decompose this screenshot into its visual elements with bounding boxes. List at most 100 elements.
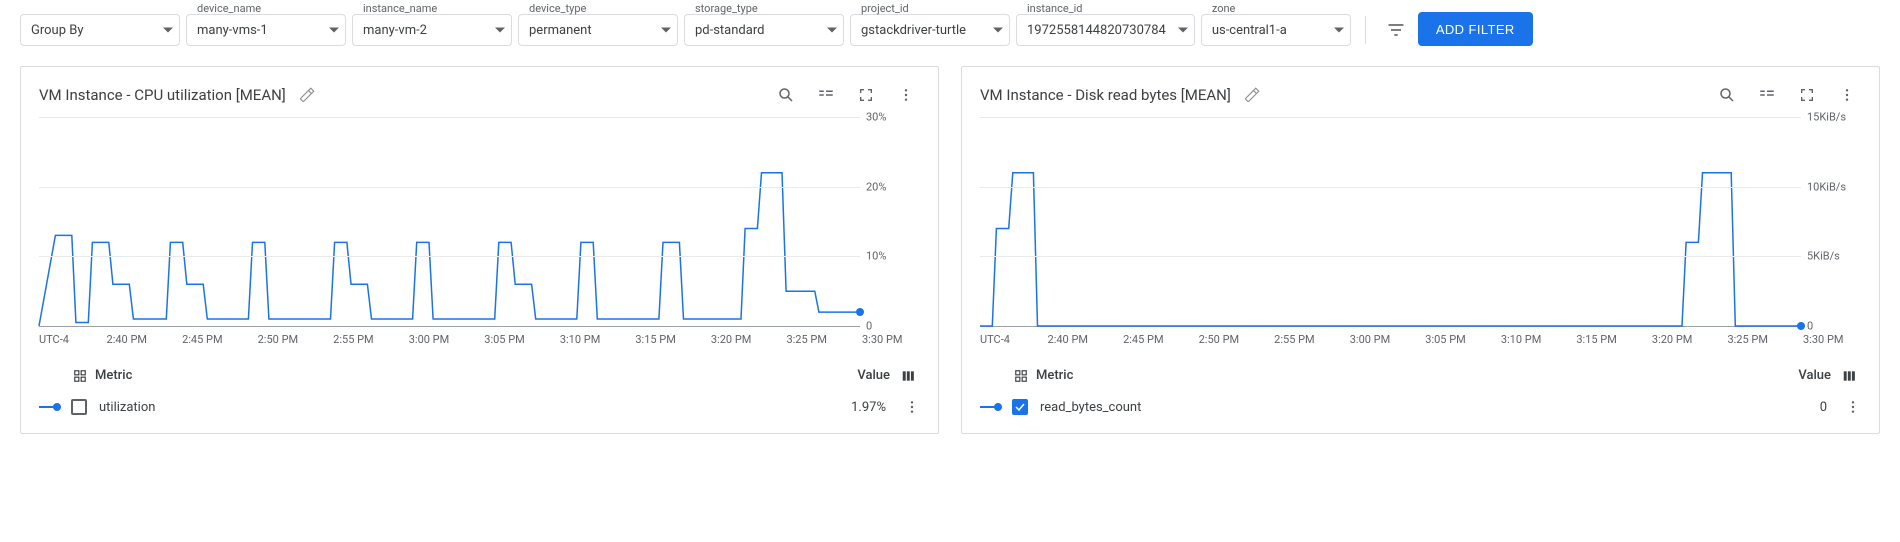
filter-label: device_type — [527, 2, 588, 15]
chart-x-axis: UTC-42:40 PM2:45 PM2:50 PM2:55 PM3:00 PM… — [980, 333, 1861, 346]
x-tick-label: 2:50 PM — [1181, 333, 1257, 346]
x-tick-label: 3:15 PM — [618, 333, 694, 346]
chevron-down-icon — [1334, 28, 1344, 33]
panel-header: VM Instance - Disk read bytes [MEAN] — [980, 81, 1861, 109]
chart-line — [980, 117, 1801, 326]
filter-label: zone — [1210, 2, 1238, 15]
columns-icon[interactable] — [900, 369, 916, 383]
chevron-down-icon — [329, 28, 339, 33]
more-icon[interactable] — [1833, 81, 1861, 109]
group-by-select[interactable]: Group By — [20, 14, 180, 46]
x-tick-label: 3:30 PM — [844, 333, 920, 346]
legend-toggle-icon[interactable] — [812, 81, 840, 109]
panel-disk-read-bytes: VM Instance - Disk read bytes [MEAN] — [961, 66, 1880, 434]
filter-label: instance_id — [1025, 2, 1085, 15]
legend-toggle-icon[interactable] — [1753, 81, 1781, 109]
x-tick-label: 2:45 PM — [165, 333, 241, 346]
x-tick-label: 2:50 PM — [240, 333, 316, 346]
x-tick-label: 3:00 PM — [391, 333, 467, 346]
filter-storage-type[interactable]: storage_type pd-standard — [684, 14, 844, 46]
x-tick-label: 3:05 PM — [1408, 333, 1484, 346]
chart-y-axis — [860, 117, 920, 327]
chevron-down-icon — [495, 28, 505, 33]
x-tick-label: 3:10 PM — [1483, 333, 1559, 346]
series-value: 0 — [1820, 400, 1827, 415]
filter-value: many-vms-1 — [197, 23, 268, 38]
add-filter-button[interactable]: ADD FILTER — [1418, 12, 1533, 46]
x-tick-label: 3:05 PM — [467, 333, 543, 346]
x-tick-label: 3:15 PM — [1559, 333, 1635, 346]
x-tick-label: UTC-4 — [39, 333, 89, 346]
zoom-icon[interactable] — [772, 81, 800, 109]
columns-icon[interactable] — [1841, 369, 1857, 383]
filter-instance-name[interactable]: instance_name many-vm-2 — [352, 14, 512, 46]
more-icon[interactable] — [892, 81, 920, 109]
legend-header-value: Value — [1798, 368, 1831, 383]
filter-value: pd-standard — [695, 23, 764, 38]
legend-header-value: Value — [857, 368, 890, 383]
legend-header: Metric Value — [39, 364, 920, 387]
filter-value: permanent — [529, 23, 592, 38]
x-tick-label: 2:40 PM — [1030, 333, 1106, 346]
x-tick-label: 2:40 PM — [89, 333, 165, 346]
series-checkbox[interactable] — [1012, 399, 1028, 415]
legend-header: Metric Value — [980, 364, 1861, 387]
x-tick-label: 3:20 PM — [1634, 333, 1710, 346]
wand-icon[interactable] — [298, 86, 316, 104]
filter-zone[interactable]: zone us-central1-a — [1201, 14, 1351, 46]
chevron-down-icon — [827, 28, 837, 33]
panels-row: VM Instance - CPU utilization [MEAN] — [0, 52, 1900, 454]
legend-row: read_bytes_count 0 — [980, 399, 1861, 415]
x-tick-label: 2:55 PM — [316, 333, 392, 346]
divider — [1365, 16, 1366, 44]
series-name: utilization — [99, 400, 155, 415]
panel-header: VM Instance - CPU utilization [MEAN] — [39, 81, 920, 109]
x-tick-label: UTC-4 — [980, 333, 1030, 346]
x-tick-label: 3:25 PM — [1710, 333, 1786, 346]
filter-instance-id[interactable]: instance_id 1972558144820730784 — [1016, 14, 1195, 46]
chevron-down-icon — [993, 28, 1003, 33]
series-checkbox[interactable] — [71, 399, 87, 415]
chart-line — [39, 117, 860, 326]
chevron-down-icon — [1178, 28, 1188, 33]
panel-title: VM Instance - Disk read bytes [MEAN] — [980, 86, 1231, 104]
filter-label: storage_type — [693, 2, 760, 15]
chart-x-axis: UTC-42:40 PM2:45 PM2:50 PM2:55 PM3:00 PM… — [39, 333, 920, 346]
grid-icon — [73, 369, 87, 383]
chevron-down-icon — [163, 28, 173, 33]
chart-plot-area[interactable]: 010%20%30% — [39, 117, 860, 327]
fullscreen-icon[interactable] — [1793, 81, 1821, 109]
x-tick-label: 3:25 PM — [769, 333, 845, 346]
filter-project-id[interactable]: project_id gstackdriver-turtle — [850, 14, 1010, 46]
chevron-down-icon — [661, 28, 671, 33]
legend-header-metric: Metric — [95, 368, 132, 383]
fullscreen-icon[interactable] — [852, 81, 880, 109]
chart-plot-area[interactable]: 05KiB/s10KiB/s15KiB/s — [980, 117, 1801, 327]
filter-device-name[interactable]: device_name many-vms-1 — [186, 14, 346, 46]
grid-icon — [1014, 369, 1028, 383]
series-value: 1.97% — [851, 400, 886, 415]
x-tick-label: 3:00 PM — [1332, 333, 1408, 346]
x-tick-label: 3:30 PM — [1785, 333, 1861, 346]
filter-list-icon[interactable] — [1380, 14, 1412, 46]
chart-disk: 05KiB/s10KiB/s15KiB/s — [980, 117, 1861, 327]
chart-cpu: 010%20%30% — [39, 117, 920, 327]
x-tick-label: 3:10 PM — [542, 333, 618, 346]
legend-header-metric: Metric — [1036, 368, 1073, 383]
filter-value: gstackdriver-turtle — [861, 23, 966, 38]
row-more-icon[interactable] — [904, 399, 920, 415]
wand-icon[interactable] — [1243, 86, 1261, 104]
chart-y-axis — [1801, 117, 1861, 327]
filter-label: instance_name — [361, 2, 439, 15]
series-swatch — [39, 403, 61, 411]
zoom-icon[interactable] — [1713, 81, 1741, 109]
group-by-placeholder: Group By — [31, 23, 84, 38]
series-name: read_bytes_count — [1040, 400, 1141, 415]
x-tick-label: 2:45 PM — [1106, 333, 1182, 346]
panel-cpu-utilization: VM Instance - CPU utilization [MEAN] — [20, 66, 939, 434]
filter-label: device_name — [195, 2, 263, 15]
filter-device-type[interactable]: device_type permanent — [518, 14, 678, 46]
x-tick-label: 3:20 PM — [693, 333, 769, 346]
row-more-icon[interactable] — [1845, 399, 1861, 415]
filter-label: project_id — [859, 2, 911, 15]
